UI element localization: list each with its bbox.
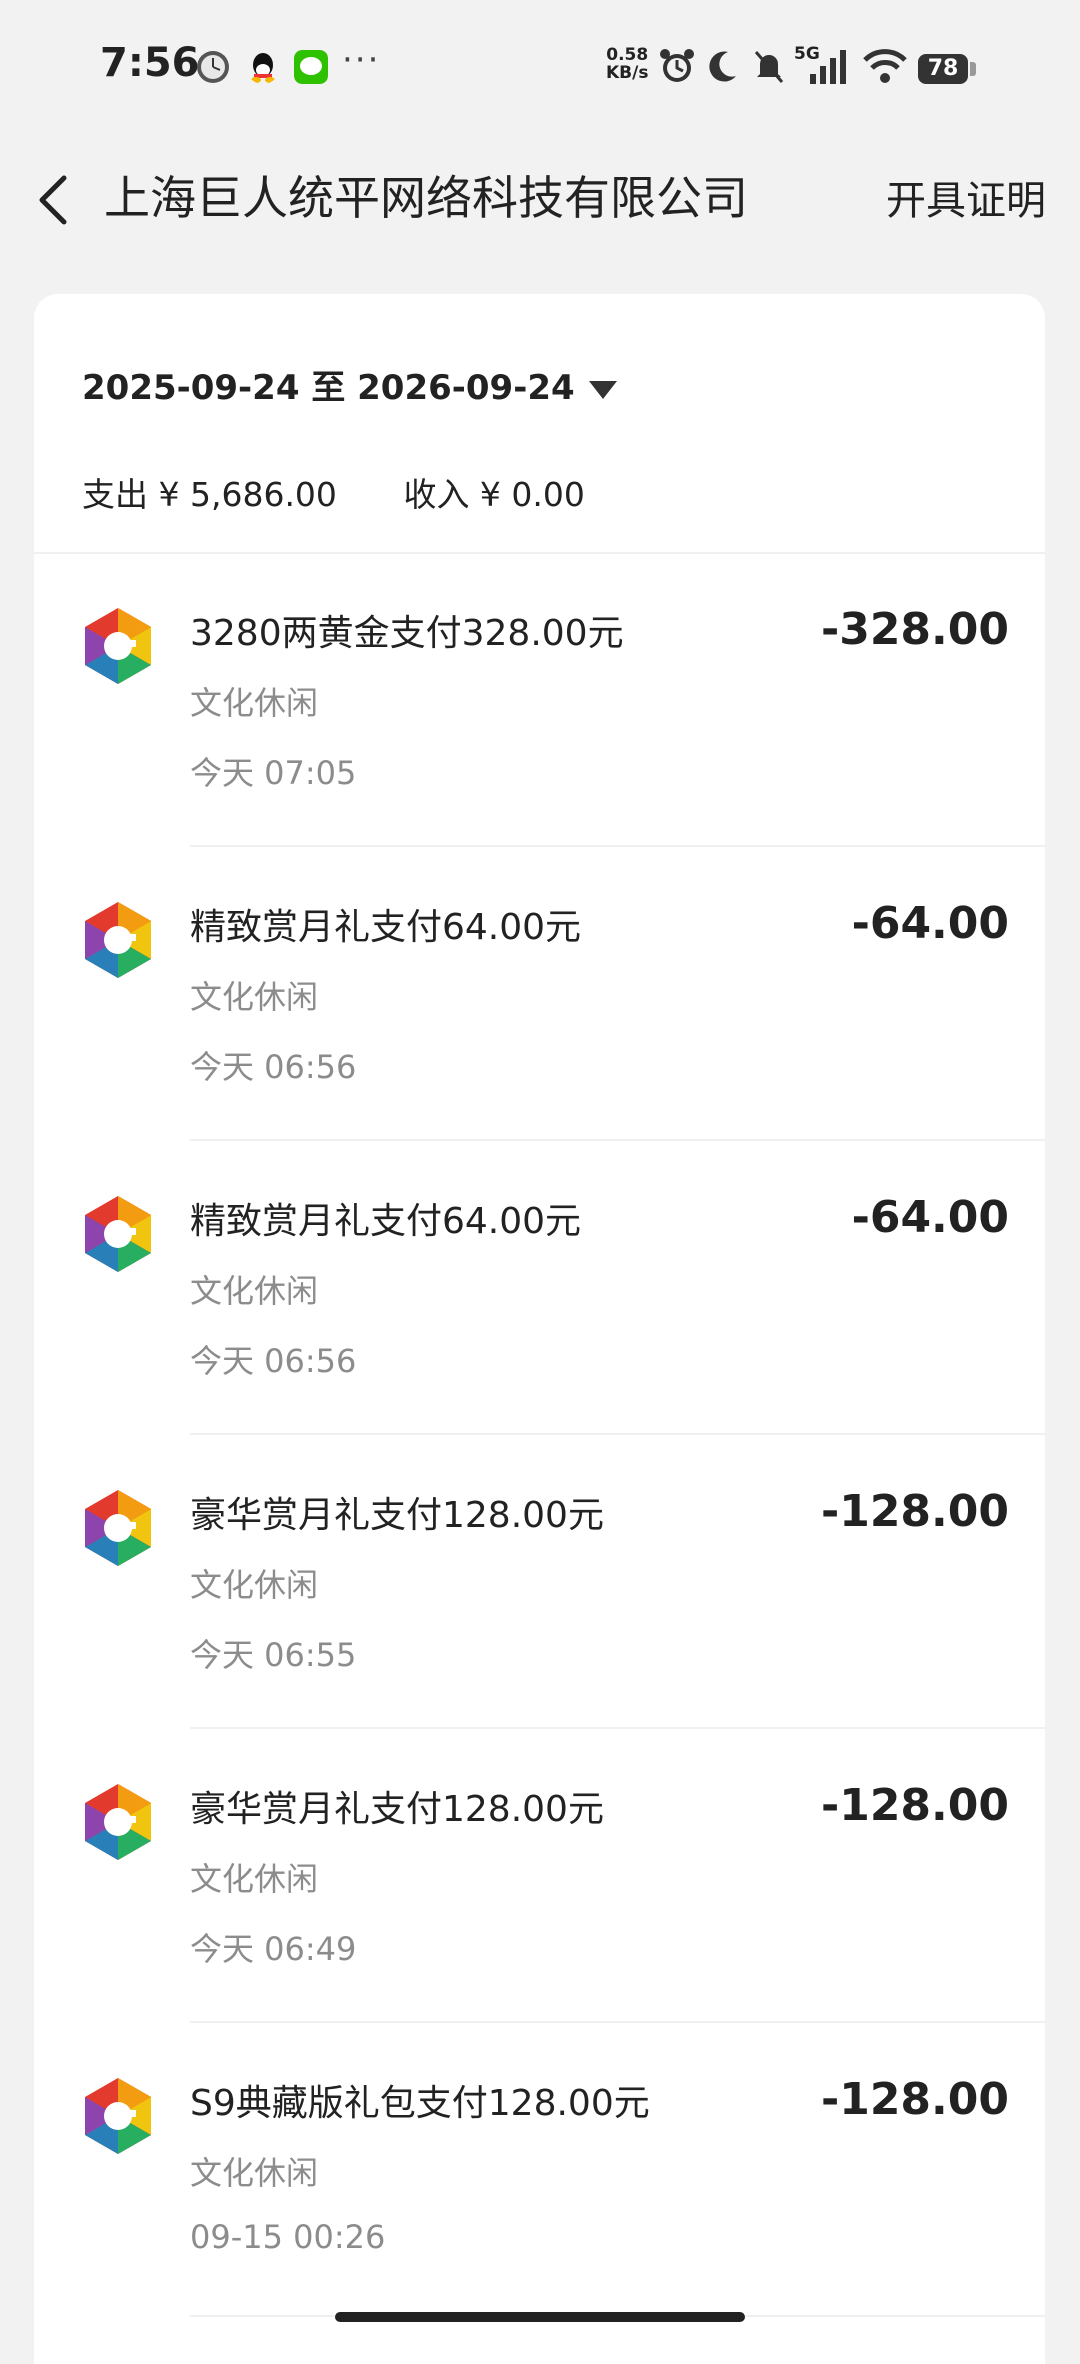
transaction-amount: -128.00 bbox=[820, 2074, 1009, 2125]
transaction-amount: -128.00 bbox=[820, 1486, 1009, 1537]
transaction-amount: -128.00 bbox=[820, 1780, 1009, 1831]
transaction-title: 精致赏月礼支付64.00元 bbox=[190, 1201, 582, 1242]
battery-cap bbox=[970, 62, 976, 76]
merchant-logo-icon bbox=[85, 2078, 151, 2154]
mute-icon bbox=[754, 51, 784, 83]
top-nav-bar: 上海巨人统平网络科技有限公司 开具证明 bbox=[0, 140, 1080, 250]
transaction-category: 文化休闲 bbox=[190, 1272, 319, 1310]
date-range-selector[interactable]: 2025-09-24 至 2026-09-24 bbox=[82, 360, 617, 409]
row-divider bbox=[190, 1433, 1045, 1435]
transaction-category: 文化休闲 bbox=[190, 978, 319, 1016]
moon-icon bbox=[709, 51, 736, 82]
row-divider bbox=[190, 1727, 1045, 1729]
row-divider bbox=[190, 2021, 1045, 2023]
merchant-logo-icon bbox=[85, 1784, 151, 1860]
transaction-category: 文化休闲 bbox=[190, 684, 319, 722]
alarm-icon bbox=[660, 49, 694, 82]
transaction-row[interactable]: 豪华赏月礼支付128.00元 文化休闲 今天 06:49 -128.00 bbox=[34, 1730, 1045, 2023]
transaction-row[interactable]: 3280两黄金支付328.00元 文化休闲 今天 07:05 -328.00 bbox=[34, 554, 1045, 847]
signal-icon bbox=[810, 50, 846, 84]
transaction-time: 今天 06:56 bbox=[190, 1342, 357, 1380]
transaction-row[interactable]: 精致赏月礼支付64.00元 文化休闲 今天 06:56 -64.00 bbox=[34, 1142, 1045, 1435]
back-arrow-icon[interactable] bbox=[30, 170, 80, 230]
net-speed: 0.58 KB/s bbox=[606, 46, 648, 82]
net-speed-value: 0.58 bbox=[606, 45, 649, 65]
row-divider bbox=[190, 845, 1045, 847]
transaction-title: 豪华赏月礼支付128.00元 bbox=[190, 1495, 604, 1536]
merchant-logo-icon bbox=[85, 1196, 151, 1272]
net-speed-unit: KB/s bbox=[606, 63, 649, 83]
transaction-title: S9典藏版礼包支付128.00元 bbox=[190, 2083, 650, 2124]
transaction-amount: -328.00 bbox=[820, 604, 1009, 655]
transaction-row[interactable]: 精致赏月礼支付64.00元 文化休闲 今天 06:56 -64.00 bbox=[34, 848, 1045, 1141]
transaction-time: 09-15 00:26 bbox=[190, 2218, 386, 2256]
transaction-time: 今天 06:55 bbox=[190, 1636, 357, 1674]
transaction-title: 3280两黄金支付328.00元 bbox=[190, 613, 624, 654]
status-time: 7:56 bbox=[100, 40, 200, 86]
more-notifications-icon: ··· bbox=[342, 40, 381, 80]
transaction-title: 精致赏月礼支付64.00元 bbox=[190, 907, 582, 948]
income-total: 收入 ¥ 0.00 bbox=[403, 475, 585, 514]
transaction-title: 豪华赏月礼支付128.00元 bbox=[190, 1789, 604, 1830]
clock-app-icon bbox=[197, 51, 229, 83]
merchant-logo-icon bbox=[85, 1490, 151, 1566]
battery-indicator: 78 bbox=[918, 54, 968, 84]
date-range-text: 2025-09-24 至 2026-09-24 bbox=[82, 368, 575, 408]
issue-certificate-button[interactable]: 开具证明 bbox=[886, 168, 1046, 226]
merchant-logo-icon bbox=[85, 608, 151, 684]
transaction-row[interactable]: S9典藏版礼包支付128.00元 文化休闲 09-15 00:26 -128.0… bbox=[34, 2024, 1045, 2317]
status-bar: 7:56 ··· 0.58 KB/s 5G 78 bbox=[0, 0, 1080, 130]
home-indicator[interactable] bbox=[335, 2312, 745, 2322]
transaction-amount: -64.00 bbox=[851, 1192, 1009, 1243]
page-title: 上海巨人统平网络科技有限公司 bbox=[104, 171, 748, 225]
wechat-icon bbox=[294, 50, 328, 84]
transaction-time: 今天 07:05 bbox=[190, 754, 357, 792]
transaction-time: 今天 06:56 bbox=[190, 1048, 357, 1086]
merchant-logo-icon bbox=[85, 902, 151, 978]
transactions-card: 2025-09-24 至 2026-09-24 支出 ¥ 5,686.00 收入… bbox=[34, 294, 1045, 2364]
transaction-category: 文化休闲 bbox=[190, 1566, 319, 1604]
transaction-amount: -64.00 bbox=[851, 898, 1009, 949]
expense-total: 支出 ¥ 5,686.00 bbox=[82, 475, 337, 514]
transaction-row[interactable]: 豪华赏月礼支付128.00元 文化休闲 今天 06:55 -128.00 bbox=[34, 1436, 1045, 1729]
row-divider bbox=[190, 1139, 1045, 1141]
qq-icon bbox=[251, 53, 275, 83]
transaction-time: 今天 06:49 bbox=[190, 1930, 357, 1968]
transaction-category: 文化休闲 bbox=[190, 2154, 319, 2192]
transaction-category: 文化休闲 bbox=[190, 1860, 319, 1898]
wifi-icon bbox=[863, 49, 907, 83]
summary: 支出 ¥ 5,686.00 收入 ¥ 0.00 bbox=[82, 468, 641, 516]
dropdown-triangle-icon bbox=[588, 380, 617, 399]
